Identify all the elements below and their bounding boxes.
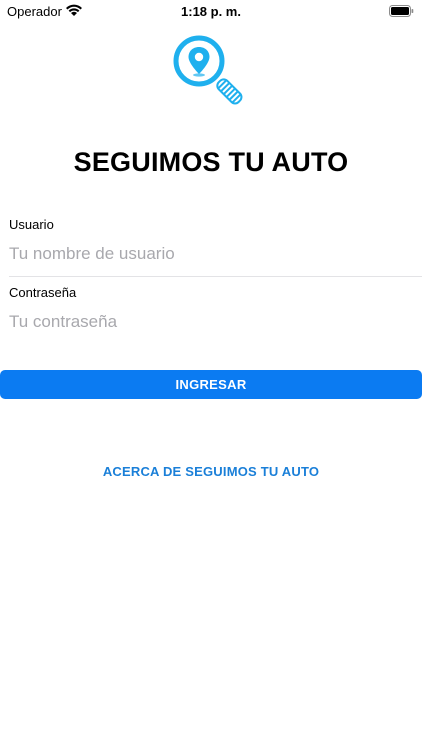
app-title: SEGUIMOS TU AUTO [73,147,349,177]
username-separator [9,276,422,277]
battery-icon [389,5,414,17]
app-logo-magnifier-pin-icon [173,35,243,105]
username-label: Usuario [9,217,54,232]
username-input[interactable] [9,241,409,267]
login-screen: Operador 1:18 p. m. SEGUIMOS TU AUTO Usu… [0,0,422,750]
about-link[interactable]: ACERCA DE SEGUIMOS TU AUTO [0,464,422,479]
login-button[interactable]: INGRESAR [0,370,422,399]
status-time: 1:18 p. m. [181,4,241,19]
password-input[interactable] [9,309,409,335]
status-bar: Operador 1:18 p. m. [0,0,422,22]
password-label: Contraseña [9,285,77,300]
